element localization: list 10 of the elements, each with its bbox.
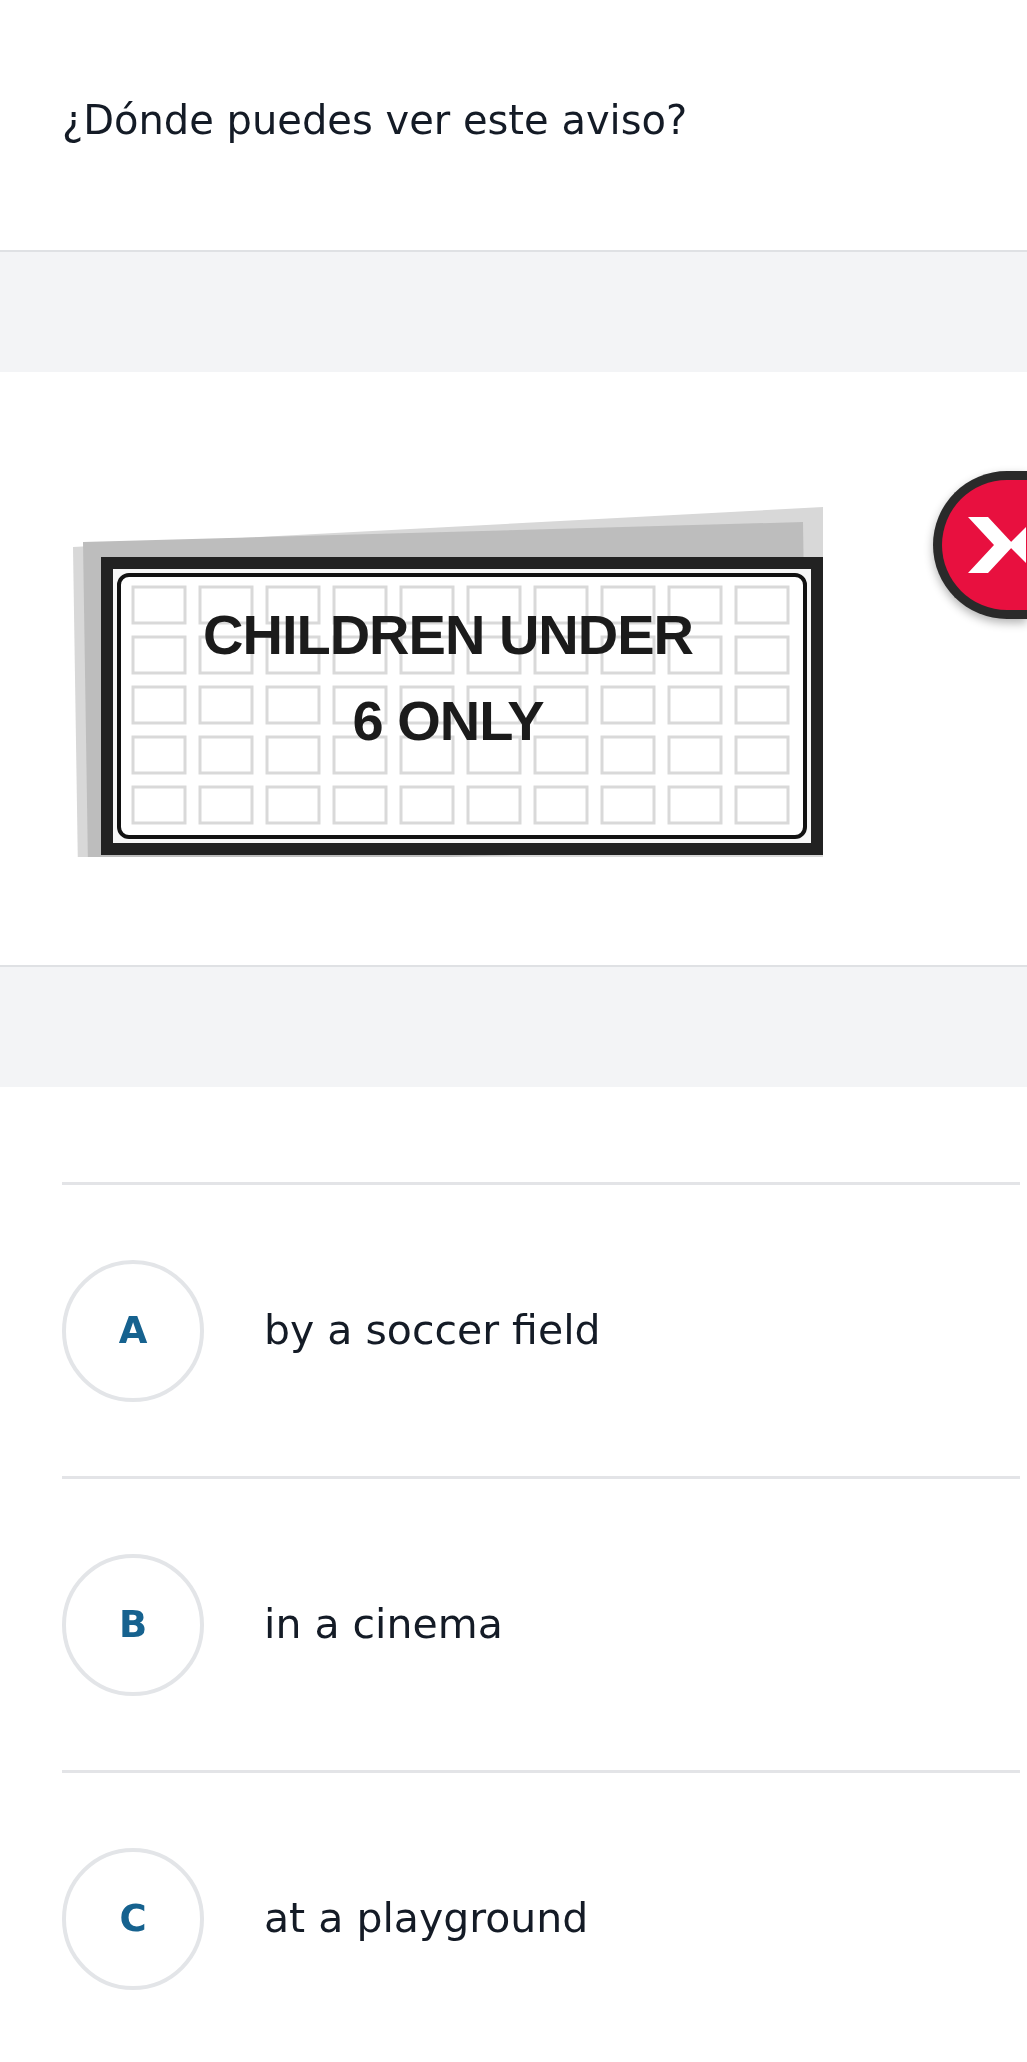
option-text[interactable]: in a cinema xyxy=(264,1593,503,1656)
option-letter[interactable]: B xyxy=(62,1553,204,1696)
option-text[interactable]: by a soccer field xyxy=(264,1299,601,1362)
option-letter[interactable]: C xyxy=(62,1847,204,1990)
sign-text: CHILDREN UNDER xyxy=(203,602,693,668)
close-button[interactable] xyxy=(933,471,1027,619)
sign-text: 6 ONLY xyxy=(352,688,544,754)
option-letter[interactable]: A xyxy=(62,1259,204,1402)
option-text[interactable]: at a playground xyxy=(264,1887,589,1950)
question-text: ¿Dónde puedes ver este aviso? xyxy=(62,96,689,144)
